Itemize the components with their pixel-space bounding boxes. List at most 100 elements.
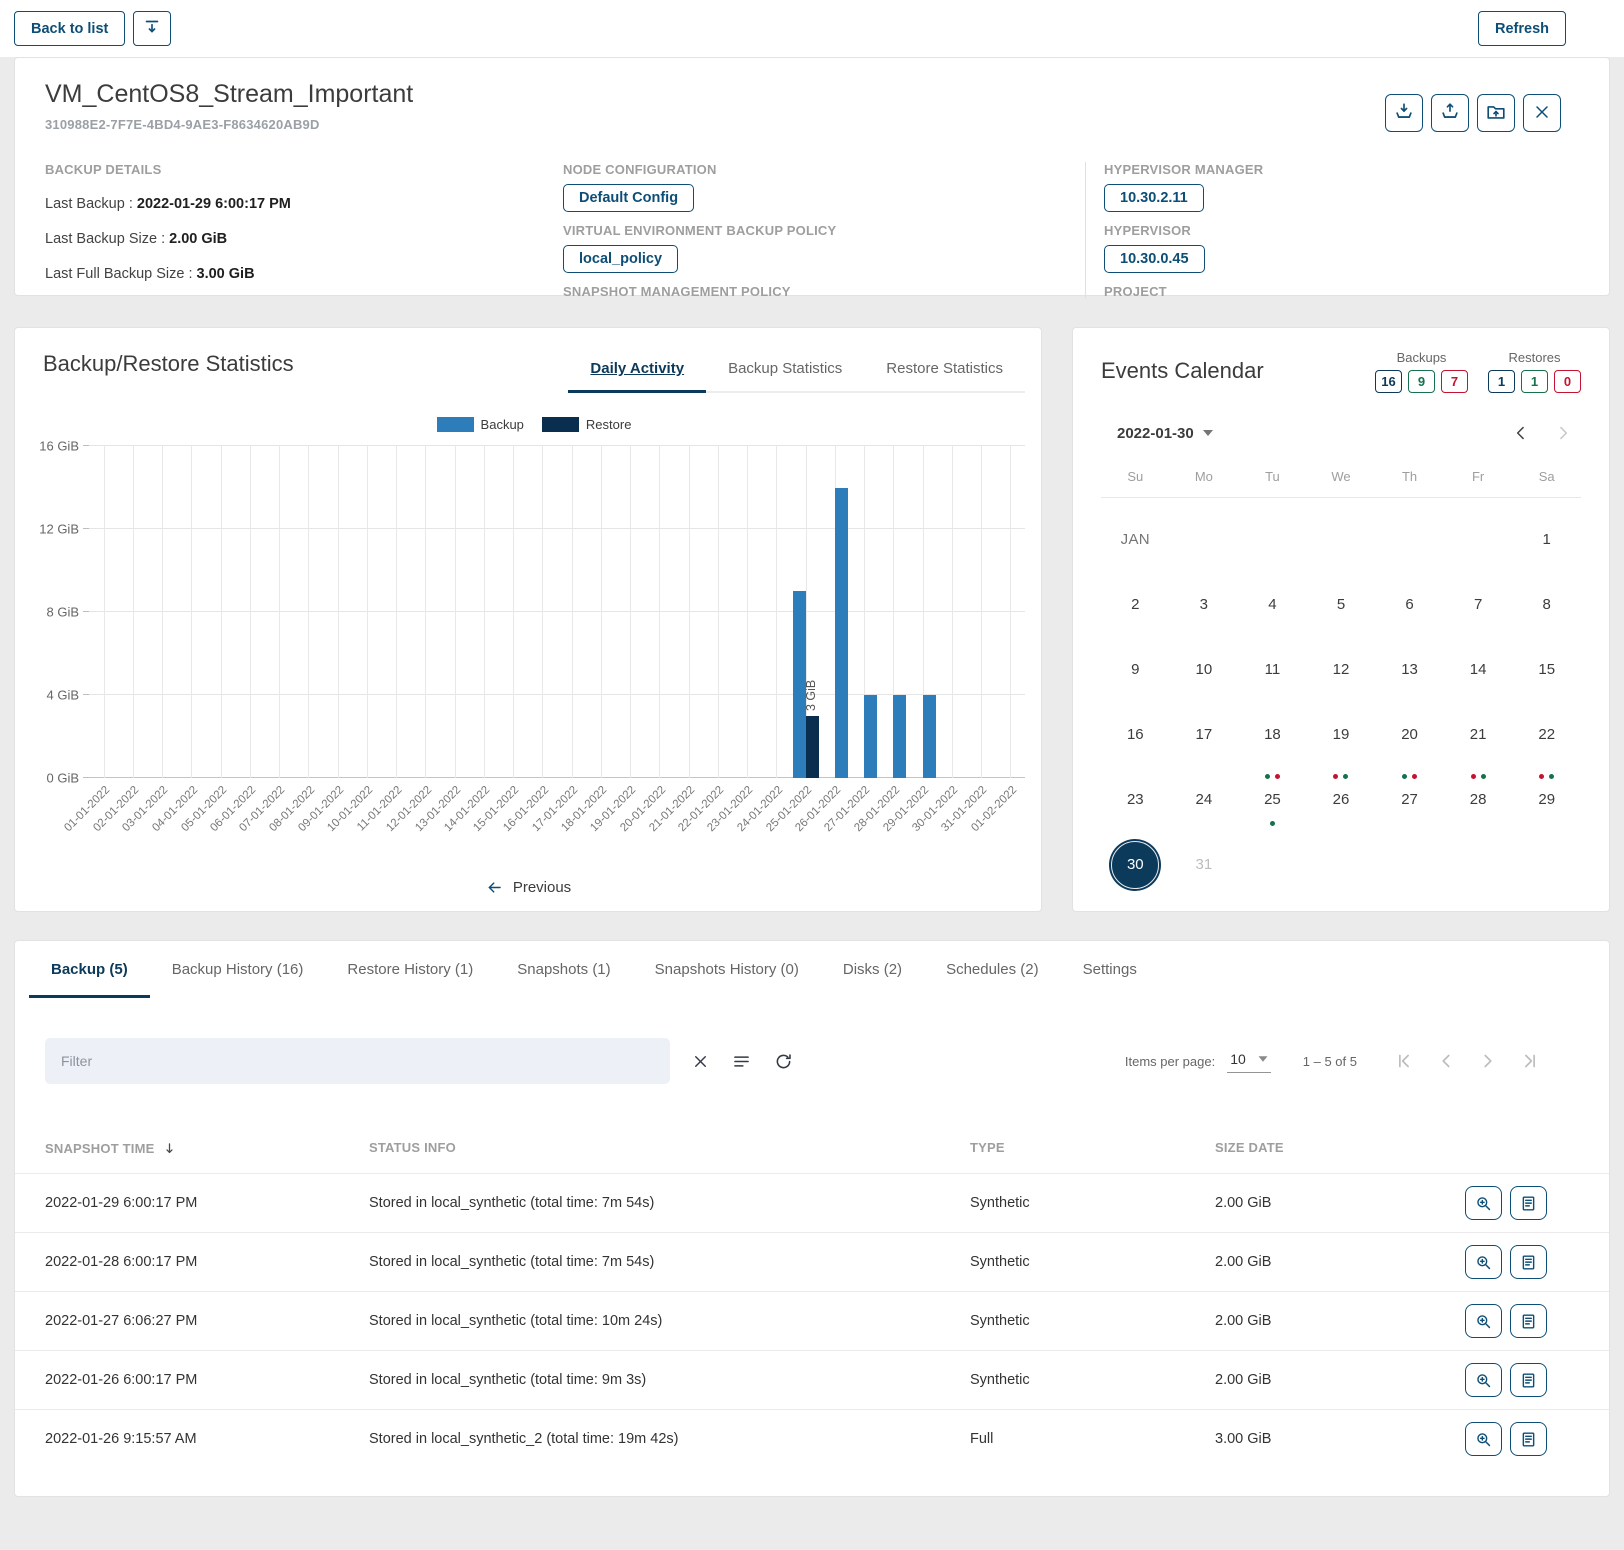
- calendar-day-21[interactable]: 21: [1444, 702, 1513, 767]
- calendar-day-2[interactable]: 2: [1101, 572, 1170, 637]
- column-header-label: STATUS INFO: [369, 1140, 456, 1155]
- month-selector[interactable]: 2022-01-30: [1117, 425, 1213, 442]
- tab-disks-2[interactable]: Disks (2): [821, 941, 924, 998]
- hypervisor-manager-chip[interactable]: 10.30.2.11: [1104, 184, 1204, 212]
- calendar-day-25[interactable]: 25: [1238, 767, 1307, 832]
- calendar-day-13[interactable]: 13: [1375, 637, 1444, 702]
- calendar-day-19[interactable]: 19: [1307, 702, 1376, 767]
- ve-backup-policy-chip[interactable]: local_policy: [563, 245, 678, 273]
- calendar-day-26[interactable]: 26: [1307, 767, 1376, 832]
- day-number: 18: [1264, 726, 1281, 743]
- calendar-day-27[interactable]: 27: [1375, 767, 1444, 832]
- node-configuration-chip[interactable]: Default Config: [563, 184, 694, 212]
- calendar-day-18[interactable]: 18: [1238, 702, 1307, 767]
- back-to-list-button[interactable]: Back to list: [14, 11, 125, 46]
- tab-snapshots-1[interactable]: Snapshots (1): [495, 941, 632, 998]
- snapshot-details-button[interactable]: [1465, 1422, 1502, 1456]
- calendar-day-23[interactable]: 23: [1101, 767, 1170, 832]
- gridline-v: [191, 446, 192, 778]
- calendar-day-30[interactable]: 30: [1101, 832, 1170, 897]
- gridline-h: [89, 611, 1025, 612]
- calendar-day-29[interactable]: 29: [1512, 767, 1581, 832]
- calendar-day-9[interactable]: 9: [1101, 637, 1170, 702]
- calendar-empty-cell: [1170, 507, 1239, 572]
- snapshot-details-button[interactable]: [1465, 1245, 1502, 1279]
- file-browser-button[interactable]: [1510, 1304, 1547, 1338]
- column-header-status-info: STATUS INFO: [369, 1140, 970, 1157]
- day-number: 4: [1268, 596, 1276, 613]
- tab-snapshots-history-0[interactable]: Snapshots History (0): [633, 941, 821, 998]
- backup-bar-27-01-2022: [864, 695, 877, 778]
- column-header-snapshot-time[interactable]: SNAPSHOT TIME: [15, 1140, 369, 1157]
- size-cell: 2.00 GiB: [1215, 1254, 1449, 1270]
- calendar-day-16[interactable]: 16: [1101, 702, 1170, 767]
- calendar-day-10[interactable]: 10: [1170, 637, 1239, 702]
- snapshot-details-button[interactable]: [1465, 1186, 1502, 1220]
- calendar-day-1[interactable]: 1: [1512, 507, 1581, 572]
- calendar-day-20[interactable]: 20: [1375, 702, 1444, 767]
- calendar-day-3[interactable]: 3: [1170, 572, 1239, 637]
- restore-button[interactable]: [1431, 94, 1469, 132]
- calendar-day-14[interactable]: 14: [1444, 637, 1513, 702]
- calendar-day-4[interactable]: 4: [1238, 572, 1307, 637]
- close-button[interactable]: [1523, 94, 1561, 132]
- file-browser-button[interactable]: [1510, 1422, 1547, 1456]
- table-row: 2022-01-26 6:00:17 PMStored in local_syn…: [15, 1350, 1609, 1409]
- calendar-day-15[interactable]: 15: [1512, 637, 1581, 702]
- first-page-button[interactable]: [1393, 1050, 1415, 1072]
- file-browser-button[interactable]: [1510, 1245, 1547, 1279]
- tab-daily-activity[interactable]: Daily Activity: [568, 348, 706, 391]
- sort-desc-icon: [161, 1140, 178, 1157]
- previous-page-button[interactable]: [1435, 1050, 1457, 1072]
- filter-toggle-button[interactable]: [133, 11, 171, 46]
- next-page-button[interactable]: [1477, 1050, 1499, 1072]
- calendar-day-22[interactable]: 22: [1512, 702, 1581, 767]
- snapshot-time-cell: 2022-01-28 6:00:17 PM: [15, 1254, 369, 1270]
- tab-backup-statistics[interactable]: Backup Statistics: [706, 348, 864, 391]
- tab-settings[interactable]: Settings: [1061, 941, 1159, 998]
- calendar-day-6[interactable]: 6: [1375, 572, 1444, 637]
- day-number: 9: [1131, 661, 1139, 678]
- clear-filter-icon[interactable]: [691, 1052, 710, 1071]
- tab-restore-statistics[interactable]: Restore Statistics: [864, 348, 1025, 391]
- previous-month-button[interactable]: [1511, 423, 1531, 443]
- day-number: 3: [1200, 596, 1208, 613]
- snapshot-details-button[interactable]: [1465, 1304, 1502, 1338]
- gridline-v: [367, 446, 368, 778]
- vm-action-buttons: [1385, 94, 1579, 132]
- weekday-th: Th: [1375, 469, 1444, 484]
- previous-period-button[interactable]: Previous: [15, 878, 1041, 897]
- refresh-table-icon[interactable]: [773, 1051, 794, 1072]
- mount-button[interactable]: [1477, 94, 1515, 132]
- backup-button[interactable]: [1385, 94, 1423, 132]
- items-per-page-select[interactable]: 10: [1227, 1049, 1271, 1073]
- hypervisor-chip[interactable]: 10.30.0.45: [1104, 245, 1205, 273]
- tab-backup-history-16[interactable]: Backup History (16): [150, 941, 326, 998]
- calendar-day-28[interactable]: 28: [1444, 767, 1513, 832]
- columns-menu-icon[interactable]: [731, 1051, 752, 1072]
- tab-restore-history-1[interactable]: Restore History (1): [325, 941, 495, 998]
- calendar-day-11[interactable]: 11: [1238, 637, 1307, 702]
- refresh-button[interactable]: Refresh: [1478, 11, 1566, 46]
- file-browser-button[interactable]: [1510, 1363, 1547, 1397]
- filter-input[interactable]: [45, 1038, 670, 1084]
- snapshot-details-button[interactable]: [1465, 1363, 1502, 1397]
- next-month-button[interactable]: [1553, 423, 1573, 443]
- detail-value: 3.00 GiB: [197, 266, 255, 282]
- green-event-dot: [1549, 774, 1554, 779]
- gridline-v: [396, 446, 397, 778]
- calendar-day-31[interactable]: 31: [1170, 832, 1239, 897]
- calendar-day-5[interactable]: 5: [1307, 572, 1376, 637]
- calendar-day-17[interactable]: 17: [1170, 702, 1239, 767]
- pagination-controls: [1393, 1050, 1541, 1072]
- calendar-day-7[interactable]: 7: [1444, 572, 1513, 637]
- last-page-button[interactable]: [1519, 1050, 1541, 1072]
- tab-schedules-2[interactable]: Schedules (2): [924, 941, 1061, 998]
- status-info-cell: Stored in local_synthetic (total time: 1…: [369, 1313, 970, 1329]
- chart-x-axis-labels: 01-01-202202-01-202203-01-202204-01-2022…: [89, 778, 1025, 852]
- calendar-day-8[interactable]: 8: [1512, 572, 1581, 637]
- file-browser-button[interactable]: [1510, 1186, 1547, 1220]
- calendar-day-24[interactable]: 24: [1170, 767, 1239, 832]
- tab-backup-5[interactable]: Backup (5): [29, 941, 150, 998]
- calendar-day-12[interactable]: 12: [1307, 637, 1376, 702]
